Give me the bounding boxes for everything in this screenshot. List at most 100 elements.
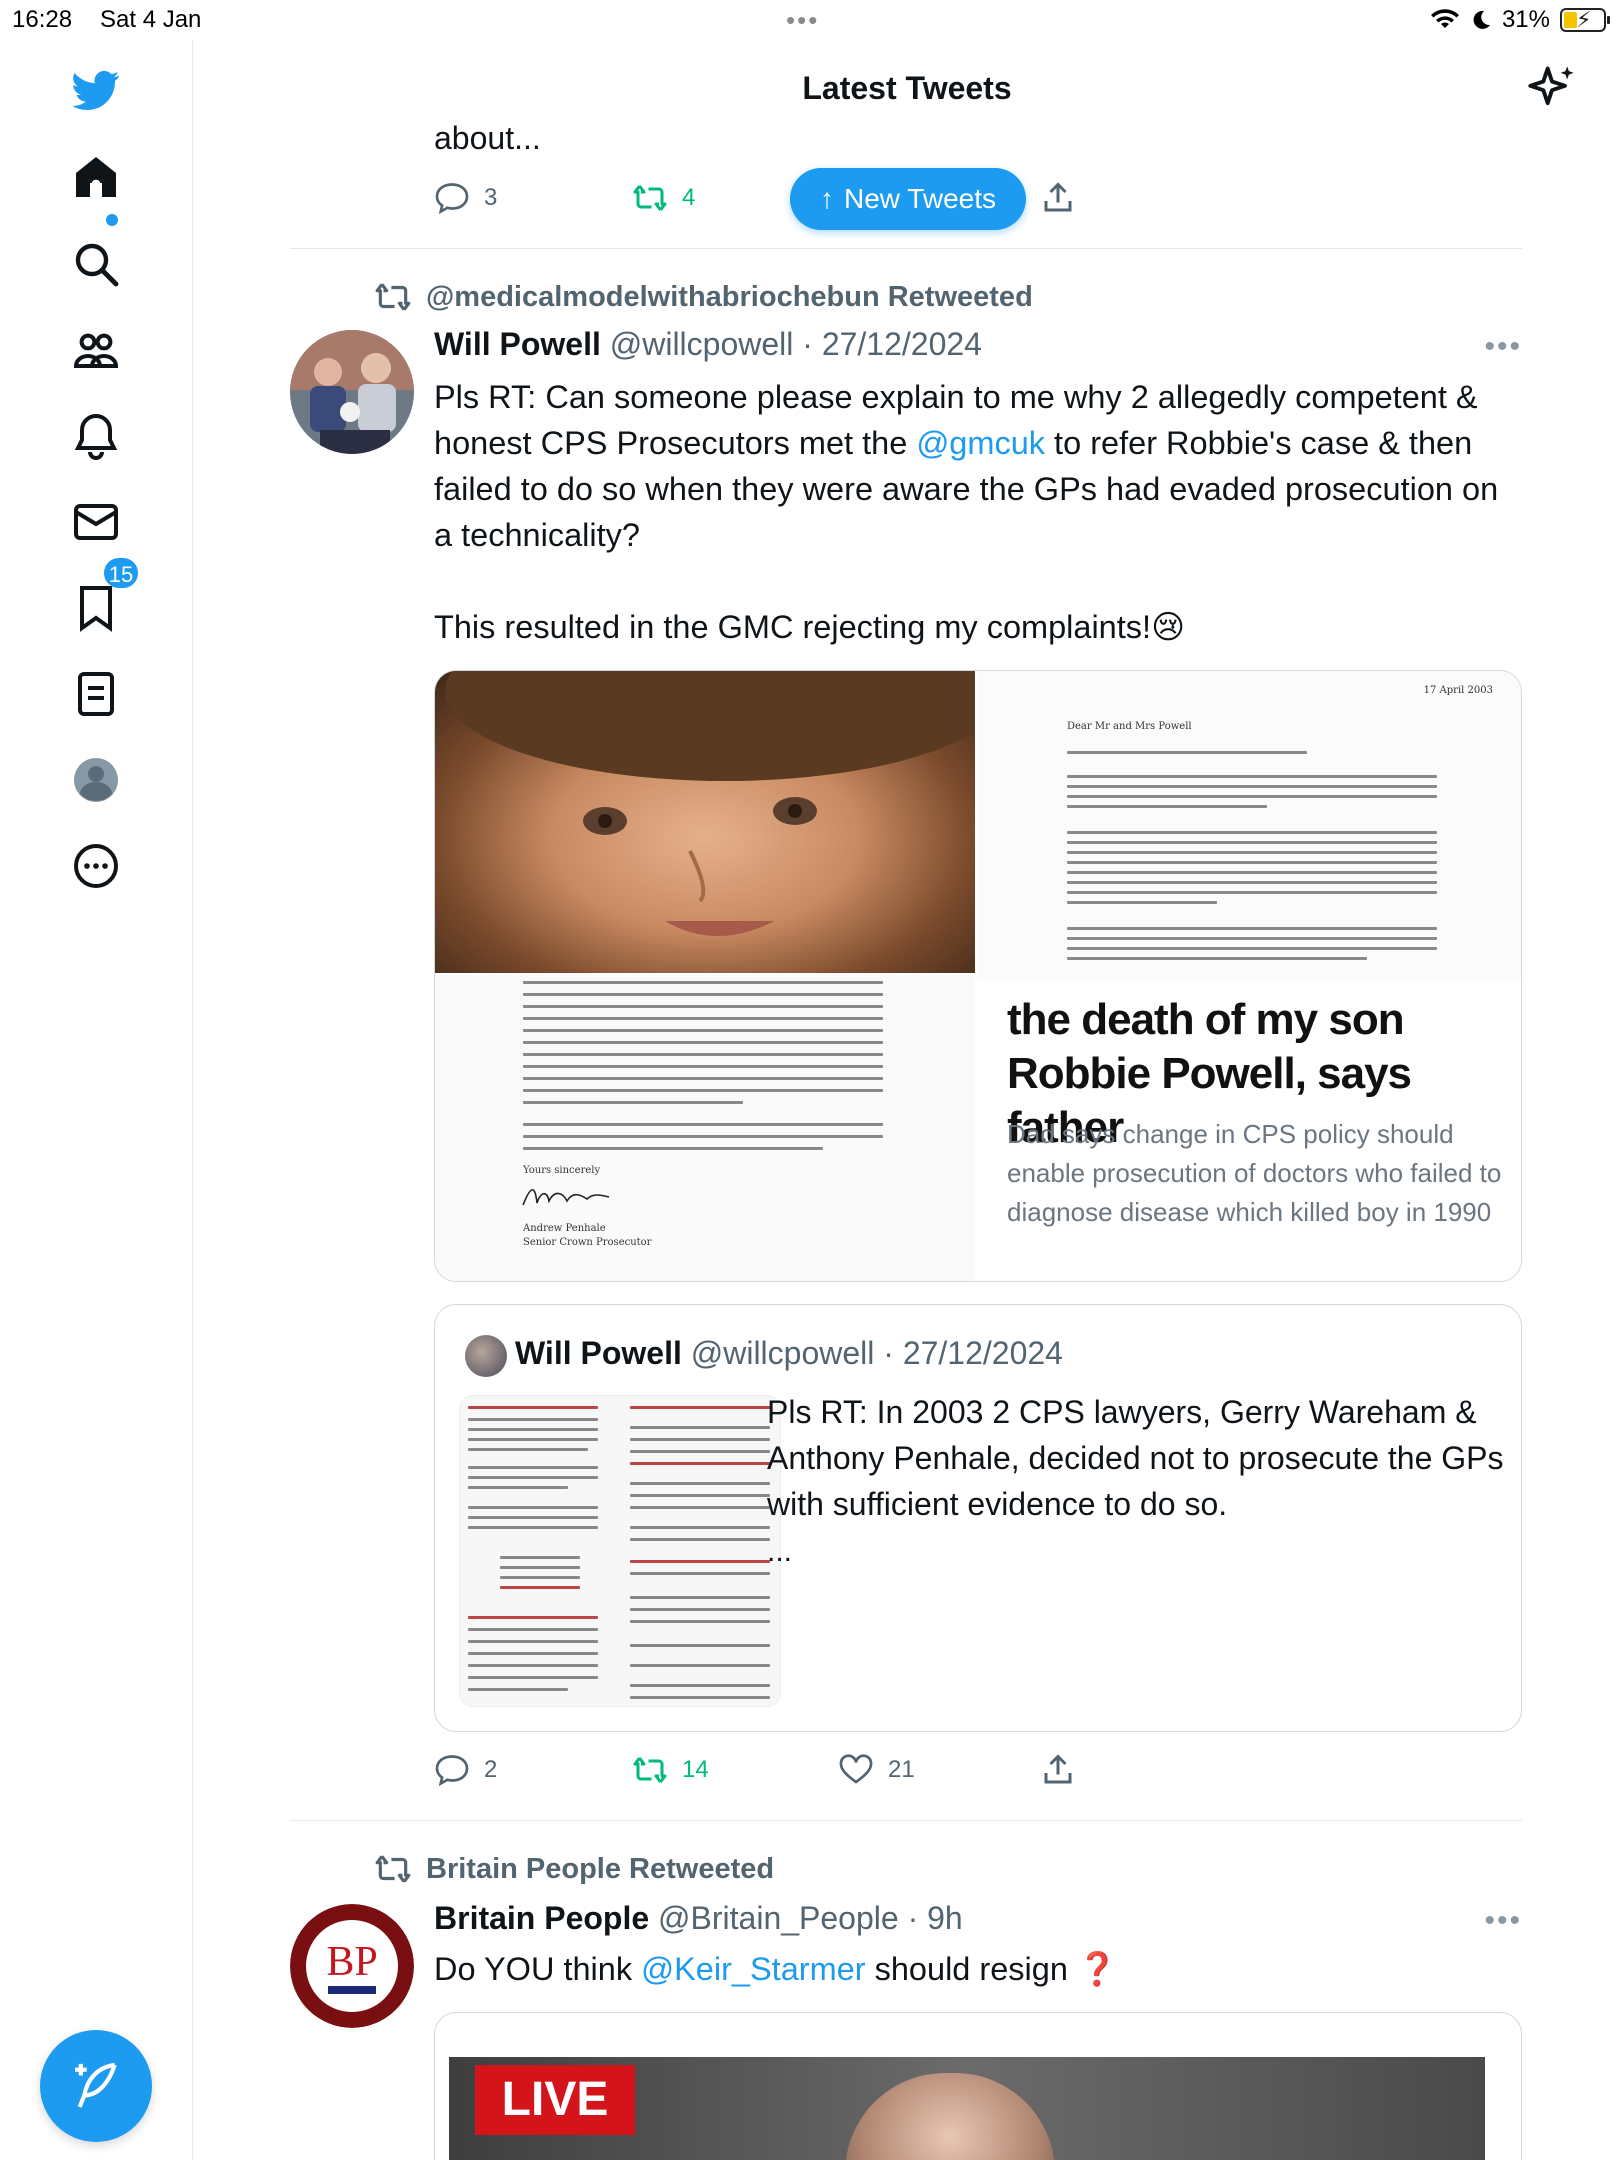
letter-role: Senior Crown Prosecutor	[523, 1237, 652, 1248]
like-action[interactable]: 21	[838, 1752, 915, 1788]
more-options-icon[interactable]	[66, 836, 126, 896]
tweet-divider	[290, 1820, 1522, 1821]
prev-retweet-action[interactable]: 4	[632, 180, 695, 216]
new-tweets-button[interactable]: ↑ New Tweets	[790, 168, 1026, 230]
media-news-card[interactable]: the death of my son Robbie Powell, says …	[977, 983, 1521, 1281]
prev-reply-action[interactable]: 3	[434, 180, 497, 216]
letter-salutation: Dear Mr and Mrs Powell	[1067, 721, 1192, 732]
quote-document-image[interactable]	[459, 1395, 781, 1707]
quote-author-name: Will Powell	[515, 1335, 682, 1371]
tweet-header: Will Powell @willcpowell · 27/12/2024	[434, 326, 982, 363]
page-title: Latest Tweets	[802, 70, 1012, 106]
tweet-media-video[interactable]: LIVE	[434, 2012, 1522, 2160]
retweeted-by-line[interactable]: @medicalmodelwithabriochebun Retweeted	[374, 278, 1033, 316]
prev-share-action[interactable]	[1040, 180, 1076, 216]
reply-icon	[435, 183, 469, 215]
retweet-count: 4	[682, 184, 696, 211]
quote-avatar[interactable]	[465, 1335, 507, 1377]
tweet-text-part: should resign	[865, 1951, 1077, 1987]
quote-tweet[interactable]: Will Powell @willcpowell · 27/12/2024 Pl…	[434, 1304, 1522, 1732]
status-bar: 16:28 Sat 4 Jan ••• 31% ⚡	[0, 0, 1620, 40]
avatar-monogram: BP	[326, 1939, 378, 1985]
heart-icon	[839, 1754, 873, 1784]
lists-icon[interactable]	[66, 664, 126, 724]
news-dek: Dad says change in CPS policy should ena…	[1007, 1119, 1502, 1227]
messages-envelope-icon[interactable]	[66, 492, 126, 552]
share-action[interactable]	[1040, 1752, 1076, 1788]
share-icon	[1044, 1754, 1072, 1784]
letter-signatory: Andrew Penhale	[523, 1223, 606, 1234]
crying-face-emoji: 😢	[1151, 609, 1185, 645]
tweet-header: Britain People @Britain_People · 9h	[434, 1900, 963, 1937]
tweet-text: Pls RT: Can someone please explain to me…	[434, 374, 1524, 558]
tweet-text-part: This resulted in the GMC rejecting my co…	[434, 609, 1152, 645]
mention-link[interactable]: @gmcuk	[916, 425, 1045, 461]
reply-action[interactable]: 2	[434, 1752, 497, 1788]
profile-avatar-icon[interactable]	[66, 750, 126, 810]
quote-header: Will Powell @willcpowell · 27/12/2024	[515, 1335, 1063, 1372]
moon-icon	[1473, 10, 1490, 29]
notifications-bell-icon[interactable]	[66, 406, 126, 466]
tweet-text-second-paragraph: This resulted in the GMC rejecting my co…	[434, 604, 1524, 650]
author-name[interactable]: Britain People	[434, 1900, 649, 1936]
retweet-icon	[375, 283, 411, 311]
status-right: 31% ⚡	[1430, 6, 1610, 34]
tweet-more-icon[interactable]: •••	[1484, 1904, 1522, 1938]
multitasking-dots[interactable]: •••	[786, 7, 819, 33]
tweet-divider	[290, 248, 1522, 249]
share-icon	[1044, 182, 1072, 212]
avatar[interactable]: BP	[290, 1904, 414, 2028]
status-time: 16:28	[12, 6, 73, 33]
retweet-icon	[375, 1855, 411, 1883]
letter-signoff: Yours sincerely	[523, 1165, 601, 1176]
retweeted-by-line[interactable]: Britain People Retweeted	[374, 1850, 774, 1888]
battery-icon: ⚡	[1560, 7, 1610, 32]
retweeted-by-text: Britain People Retweeted	[426, 1852, 775, 1885]
mention-link[interactable]: @Keir_Starmer	[641, 1951, 865, 1987]
like-count: 21	[888, 1756, 915, 1783]
question-mark-emoji: ❓	[1076, 1951, 1118, 1987]
quote-text: Pls RT: In 2003 2 CPS lawyers, Gerry War…	[767, 1394, 1504, 1522]
retweet-icon	[633, 185, 667, 211]
battery-percent: 31%	[1501, 6, 1550, 33]
tweet-text: Do YOU think @Keir_Starmer should resign…	[434, 1946, 1524, 1992]
retweet-action[interactable]: 14	[632, 1752, 709, 1788]
arrow-up-icon: ↑	[820, 183, 834, 214]
bookmarks-icon[interactable]	[66, 578, 126, 638]
twitter-logo-icon[interactable]	[66, 60, 126, 120]
quote-ellipsis: ...	[767, 1535, 793, 1568]
sidebar: 15	[0, 40, 193, 2160]
avatar[interactable]	[290, 330, 414, 454]
quote-author-handle-date: @willcpowell · 27/12/2024	[690, 1335, 1063, 1371]
media-photo-boy[interactable]	[435, 671, 1005, 973]
tweet-text-part: Do YOU think	[434, 1951, 642, 1987]
status-date: Sat 4 Jan	[100, 6, 202, 33]
media-letter-page-1[interactable]: 17 April 2003 Dear Mr and Mrs Powell	[977, 671, 1521, 981]
retweet-count: 14	[682, 1756, 709, 1783]
media-letter-page-2[interactable]: Yours sincerely Andrew Penhale Senior Cr…	[435, 975, 975, 1281]
home-icon[interactable]	[66, 147, 126, 207]
reply-count: 2	[484, 1756, 498, 1783]
communities-icon[interactable]	[66, 320, 126, 380]
live-badge: LIVE	[475, 2065, 635, 2135]
retweeted-by-text: @medicalmodelwithabriochebun Retweeted	[426, 280, 1033, 313]
new-tweets-label: New Tweets	[844, 183, 996, 214]
search-icon[interactable]	[66, 234, 126, 294]
prev-tweet-text: about...	[434, 120, 541, 156]
author-handle-date[interactable]: @Britain_People · 9h	[658, 1900, 963, 1936]
wifi-icon	[1430, 9, 1459, 28]
compose-feather-icon	[75, 2062, 117, 2108]
author-name[interactable]: Will Powell	[434, 326, 601, 362]
author-handle-date[interactable]: @willcpowell · 27/12/2024	[610, 326, 982, 362]
timeline-header: Latest Tweets	[194, 40, 1620, 140]
retweet-icon	[633, 1757, 667, 1783]
letter-date: 17 April 2003	[1423, 685, 1493, 696]
reply-icon	[435, 1755, 469, 1787]
signature-scribble	[522, 1188, 610, 1206]
home-unread-dot	[106, 214, 118, 226]
tweet-more-icon[interactable]: •••	[1484, 330, 1522, 364]
reply-count: 3	[484, 184, 498, 211]
tweet-media-grid[interactable]: 17 April 2003 Dear Mr and Mrs Powell You…	[434, 670, 1522, 1282]
sparkle-timeline-toggle-icon[interactable]	[1526, 62, 1578, 114]
compose-tweet-button[interactable]	[40, 2030, 152, 2142]
